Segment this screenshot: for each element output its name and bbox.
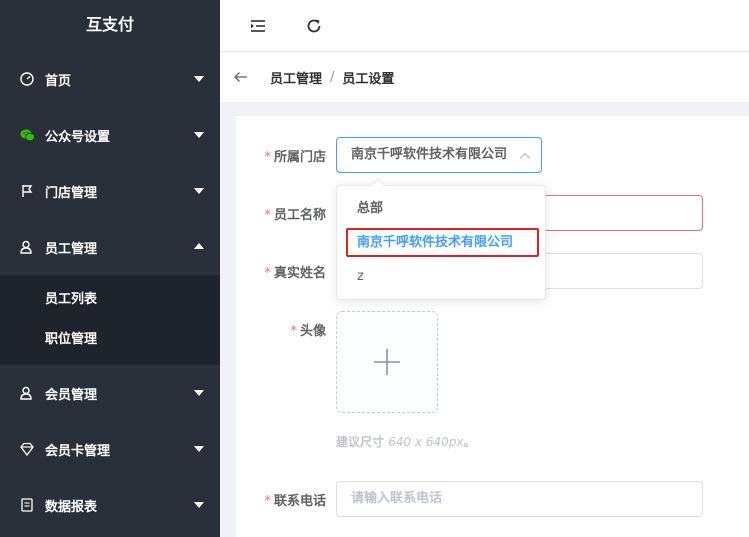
wechat-icon xyxy=(19,127,35,143)
user-icon xyxy=(19,239,35,255)
sidebar-item-label: 数据报表 xyxy=(45,499,98,515)
user-icon xyxy=(19,385,35,401)
caret-up-icon xyxy=(194,243,204,249)
store-label: * 所属门店 xyxy=(236,146,326,165)
breadcrumb-item-staff-management[interactable]: 员工管理 xyxy=(270,68,322,87)
caret-down-icon xyxy=(194,188,204,194)
required-marker: * xyxy=(264,150,271,165)
avatar-label: * 头像 xyxy=(236,320,326,339)
phone-input[interactable]: 请输入联系电话 xyxy=(336,481,703,517)
staff-name-label: * 员工名称 xyxy=(236,204,326,223)
store-dropdown: 总部 南京千呼软件技术有限公司 z xyxy=(336,177,546,300)
chevron-up-icon xyxy=(519,152,531,159)
sidebar-item-label: 首页 xyxy=(45,73,72,89)
top-header xyxy=(220,0,749,52)
required-marker: * xyxy=(264,266,271,281)
menu-fold-icon[interactable] xyxy=(249,17,267,35)
avatar-size-hint: 建议尺寸 640 x 640px。 xyxy=(336,433,475,450)
hint-suffix: 。 xyxy=(463,435,476,449)
breadcrumb: 员工管理 / 员工设置 xyxy=(220,52,749,102)
back-arrow-icon[interactable] xyxy=(234,69,250,85)
sidebar-item-wechat-settings[interactable]: 公众号设置 xyxy=(0,107,220,163)
dropdown-option[interactable]: z xyxy=(337,260,545,294)
breadcrumb-item-staff-settings: 员工设置 xyxy=(342,71,395,87)
sidebar-item-label: 会员管理 xyxy=(45,387,98,403)
sidebar-item-label: 会员卡管理 xyxy=(45,443,111,459)
sidebar-item-member-management[interactable]: 会员管理 xyxy=(0,365,220,421)
caret-down-icon xyxy=(194,502,204,508)
avatar-uploader[interactable] xyxy=(336,311,438,413)
phone-placeholder: 请输入联系电话 xyxy=(351,491,443,506)
plus-icon xyxy=(374,349,400,375)
phone-label: * 联系电话 xyxy=(236,490,326,509)
sidebar-item-staff-management[interactable]: 员工管理 xyxy=(0,219,220,275)
sidebar-subitem-position-management[interactable]: 职位管理 xyxy=(0,320,220,360)
avatar-label-text: 头像 xyxy=(299,324,326,339)
store-select-value: 南京千呼软件技术有限公司 xyxy=(351,147,508,162)
refresh-icon[interactable] xyxy=(305,17,323,35)
required-marker: * xyxy=(264,494,271,509)
sidebar-item-store-management[interactable]: 门店管理 xyxy=(0,163,220,219)
phone-label-text: 联系电话 xyxy=(273,494,326,509)
dashboard-icon xyxy=(19,71,35,87)
required-marker: * xyxy=(264,208,271,223)
store-label-text: 所属门店 xyxy=(273,150,326,165)
sidebar-item-data-report[interactable]: 数据报表 xyxy=(0,477,220,533)
app-logo: 互支付 xyxy=(85,15,134,34)
store-select[interactable]: 南京千呼软件技术有限公司 xyxy=(336,137,542,173)
caret-down-icon xyxy=(194,446,204,452)
dropdown-option-selected[interactable]: 南京千呼软件技术有限公司 xyxy=(337,226,545,260)
diamond-icon xyxy=(19,441,35,457)
sidebar: 互支付 首页 公众号设置 门店管理 员工管理 员工列表 职位管理 会员管理 会员… xyxy=(0,0,220,537)
sidebar-subitem-staff-list[interactable]: 员工列表 xyxy=(0,280,220,320)
caret-down-icon xyxy=(194,390,204,396)
staff-name-label-text: 员工名称 xyxy=(273,208,326,223)
staff-submenu: 员工列表 职位管理 xyxy=(0,275,220,365)
report-icon xyxy=(19,497,35,513)
required-marker: * xyxy=(290,324,297,339)
real-name-label-text: 真实姓名 xyxy=(273,266,326,281)
hint-size: 640 x 640px xyxy=(388,435,464,449)
sidebar-item-label: 员工管理 xyxy=(45,241,98,257)
caret-down-icon xyxy=(194,132,204,138)
sidebar-item-label: 门店管理 xyxy=(45,185,98,201)
real-name-label: * 真实姓名 xyxy=(236,262,326,281)
flag-icon xyxy=(19,183,35,199)
dropdown-option[interactable]: 总部 xyxy=(337,192,545,226)
caret-down-icon xyxy=(194,76,204,82)
sidebar-item-home[interactable]: 首页 xyxy=(0,51,220,107)
sidebar-item-member-card-management[interactable]: 会员卡管理 xyxy=(0,421,220,477)
hint-prefix: 建议尺寸 xyxy=(336,435,385,449)
sidebar-item-label: 公众号设置 xyxy=(45,129,111,145)
breadcrumb-separator: / xyxy=(330,69,335,85)
